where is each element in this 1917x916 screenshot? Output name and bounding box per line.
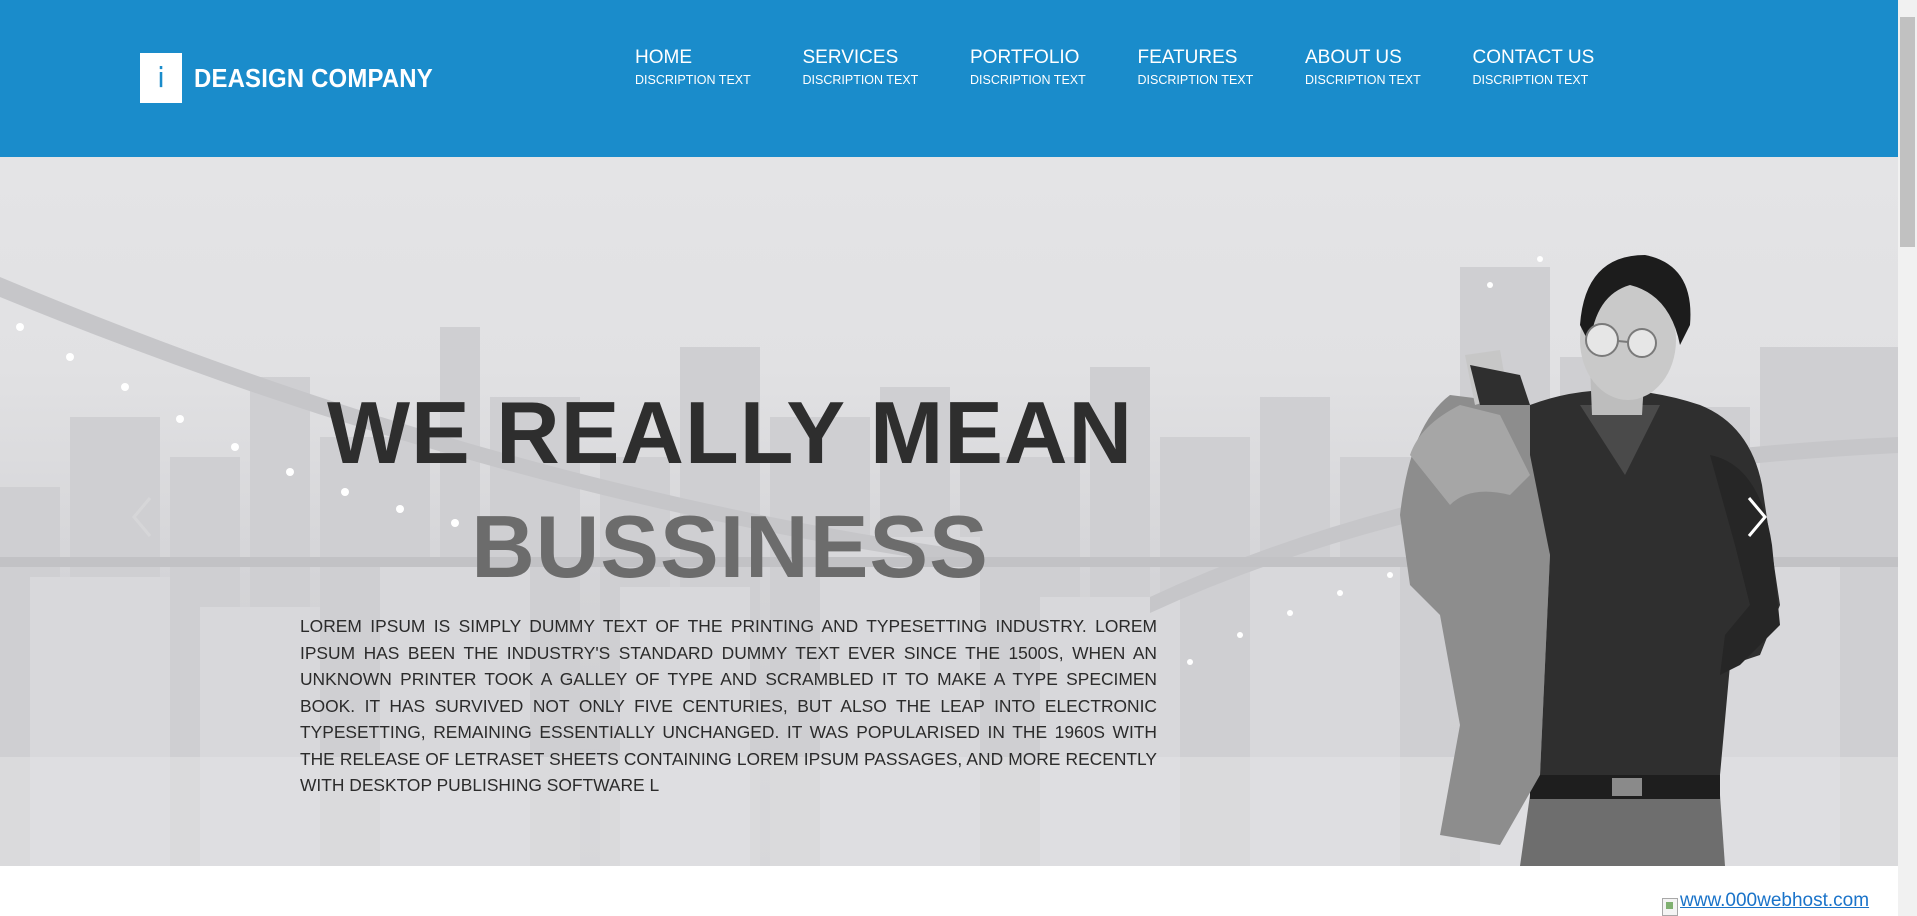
slider-next-icon[interactable]	[1741, 492, 1771, 542]
logo-mark: i	[140, 53, 182, 103]
main-nav: HOME DISCRIPTION TEXT SERVICES DISCRIPTI…	[635, 47, 1640, 88]
hero-slider: WE REALLY MEAN BUSSINESS LOREM IPSUM IS …	[0, 157, 1898, 866]
nav-label: ABOUT US	[1305, 47, 1402, 68]
logo[interactable]: i DEASIGN COMPANY	[140, 53, 454, 103]
nav-item-home[interactable]: HOME DISCRIPTION TEXT	[635, 47, 803, 88]
nav-item-contact-us[interactable]: CONTACT US DISCRIPTION TEXT	[1473, 47, 1641, 88]
nav-description: DISCRIPTION TEXT	[802, 73, 919, 87]
page: i DEASIGN COMPANY HOME DISCRIPTION TEXT …	[0, 0, 1898, 916]
nav-item-features[interactable]: FEATURES DISCRIPTION TEXT	[1138, 47, 1306, 88]
nav-label: CONTACT US	[1472, 47, 1595, 68]
nav-description: DISCRIPTION TEXT	[1305, 73, 1421, 87]
nav-label: FEATURES	[1137, 47, 1238, 68]
nav-label: HOME	[635, 47, 692, 68]
hero-title-line-2: BUSSINESS	[471, 497, 989, 596]
nav-description: DISCRIPTION TEXT	[1137, 73, 1254, 87]
nav-label: SERVICES	[802, 47, 899, 68]
nav-item-about-us[interactable]: ABOUT US DISCRIPTION TEXT	[1305, 47, 1473, 88]
business-man-photo	[1400, 255, 1780, 866]
hero-description: LOREM IPSUM IS SIMPLY DUMMY TEXT OF THE …	[300, 616, 1157, 795]
nav-item-portfolio[interactable]: PORTFOLIO DISCRIPTION TEXT	[970, 47, 1138, 88]
nav-description: DISCRIPTION TEXT	[970, 73, 1086, 87]
hero-title-line-1: WE REALLY MEAN	[326, 383, 1134, 482]
broken-image-icon	[1662, 898, 1678, 916]
nav-description: DISCRIPTION TEXT	[635, 73, 751, 87]
hosting-link-text: www.000webhost.com	[1680, 890, 1870, 911]
slider-prev-icon[interactable]	[128, 492, 158, 542]
nav-label: PORTFOLIO	[970, 47, 1080, 68]
brand-name: DEASIGN COMPANY	[194, 62, 433, 93]
page-scrollbar[interactable]	[1898, 0, 1917, 916]
nav-description: DISCRIPTION TEXT	[1472, 73, 1589, 87]
scrollbar-thumb[interactable]	[1900, 17, 1915, 247]
nav-item-services[interactable]: SERVICES DISCRIPTION TEXT	[803, 47, 971, 88]
hosting-banner-link[interactable]: www.000webhost.com	[1662, 891, 1869, 916]
site-header: i DEASIGN COMPANY HOME DISCRIPTION TEXT …	[0, 0, 1898, 157]
